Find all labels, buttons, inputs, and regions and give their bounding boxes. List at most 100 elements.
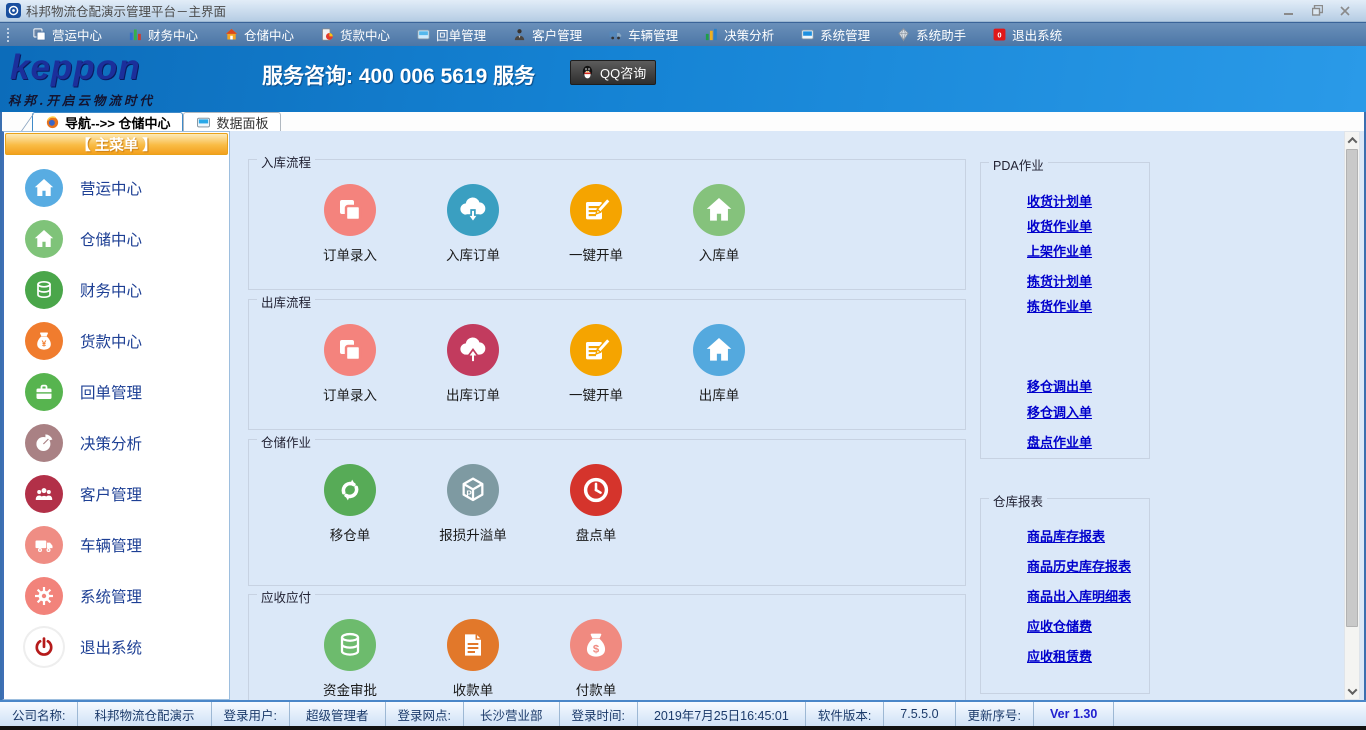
status-label-6: 更新序号: <box>956 702 1034 726</box>
menubar-item-2[interactable]: 财务中心 <box>115 23 211 47</box>
house-icon <box>25 220 63 258</box>
workspace: 入库流程订单录入入库订单一键开单入库单出库流程订单录入出库订单一键开单出库单仓储… <box>232 131 1364 700</box>
svg-text:$: $ <box>593 643 600 655</box>
report-link-5[interactable]: 应收租赁费 <box>1027 646 1092 665</box>
close-icon[interactable] <box>1338 5 1352 17</box>
doc-lines-icon <box>447 619 499 671</box>
toolbar-grip[interactable] <box>6 27 11 43</box>
sidebar-item-9[interactable]: 系统管理 <box>4 570 229 621</box>
menubar-item-3[interactable]: 仓储中心 <box>211 23 307 47</box>
scroll-down-icon[interactable] <box>1345 683 1359 699</box>
status-value-3: 长沙营业部 <box>464 702 560 726</box>
sidebar-item-1[interactable]: 营运中心 <box>4 162 229 213</box>
menubar-item-4[interactable]: 货款中心 <box>307 23 403 47</box>
gear-icon <box>25 577 63 615</box>
sidebar-item-7[interactable]: 客户管理 <box>4 468 229 519</box>
pda-link-6[interactable]: 移仓调出单 <box>1027 376 1092 395</box>
tab-1[interactable]: 导航-->> 仓储中心 <box>32 112 183 131</box>
sidebar-item-4[interactable]: ¥货款中心 <box>4 315 229 366</box>
report-link-2[interactable]: 商品历史库存报表 <box>1027 556 1131 575</box>
sidebar-item-5[interactable]: 回单管理 <box>4 366 229 417</box>
menubar-item-8[interactable]: 决策分析 <box>691 23 787 47</box>
flow-item-2-2[interactable]: 出库订单 <box>438 324 508 404</box>
pda-link-4[interactable]: 拣货计划单 <box>1027 271 1092 290</box>
menubar-item-6[interactable]: 客户管理 <box>499 23 595 47</box>
sidebar-item-6[interactable]: 决策分析 <box>4 417 229 468</box>
flow-item-4-1[interactable]: 资金审批 <box>315 619 385 699</box>
sidebar-item-2[interactable]: 仓储中心 <box>4 213 229 264</box>
pda-link-7[interactable]: 移仓调入单 <box>1027 402 1092 421</box>
box3d-icon: P <box>447 464 499 516</box>
section-4: 应收应付资金审批收款单$付款单 <box>248 594 966 700</box>
flow-item-1-2[interactable]: 入库订单 <box>438 184 508 264</box>
status-value-6: Ver 1.30 <box>1034 702 1114 726</box>
flow-item-1-3[interactable]: 一键开单 <box>561 184 631 264</box>
restore-icon[interactable] <box>1310 5 1324 17</box>
m-bars-icon <box>128 27 143 42</box>
scroll-up-icon[interactable] <box>1345 132 1359 148</box>
header-band: keppon 科邦.开启云物流时代 服务咨询: 400 006 5619 服务 … <box>0 46 1366 112</box>
sidebar-item-10[interactable]: 退出系统 <box>4 621 229 672</box>
flow-item-1-4[interactable]: 入库单 <box>684 184 754 264</box>
flow-item-label: 订单录入 <box>323 384 377 404</box>
menubar-item-label: 车辆管理 <box>628 25 678 44</box>
sidebar-item-label: 仓储中心 <box>80 228 142 250</box>
flow-item-label: 订单录入 <box>323 244 377 264</box>
menubar-item-5[interactable]: 回单管理 <box>403 23 499 47</box>
pda-link-5[interactable]: 拣货作业单 <box>1027 296 1092 315</box>
status-label-5: 软件版本: <box>806 702 884 726</box>
flow-item-label: 入库订单 <box>446 244 500 264</box>
menubar-item-label: 系统助手 <box>916 25 966 44</box>
flow-item-2-1[interactable]: 订单录入 <box>315 324 385 404</box>
sidebar-item-3[interactable]: 财务中心 <box>4 264 229 315</box>
vertical-scrollbar[interactable] <box>1344 131 1360 700</box>
svg-text:¥: ¥ <box>42 338 47 348</box>
flow-item-3-3[interactable]: 盘点单 <box>561 464 631 544</box>
pda-link-2[interactable]: 收货作业单 <box>1027 216 1092 235</box>
pda-panel-title: PDA作业 <box>989 155 1048 174</box>
section-title: 入库流程 <box>257 152 315 171</box>
menubar-item-1[interactable]: 营运中心 <box>19 23 115 47</box>
tab-2[interactable]: 数据面板 <box>183 112 281 131</box>
flow-item-label: 盘点单 <box>576 524 617 544</box>
coins-icon <box>25 271 63 309</box>
bag-yen-icon: ¥ <box>25 322 63 360</box>
menubar-item-9[interactable]: 系统管理 <box>787 23 883 47</box>
qq-consult-button[interactable]: QQ咨询 <box>570 60 656 85</box>
flow-item-label: 付款单 <box>576 679 617 699</box>
svg-text:0: 0 <box>998 31 1002 40</box>
flow-item-3-2[interactable]: P报损升溢单 <box>438 464 508 544</box>
flow-item-label: 移仓单 <box>330 524 371 544</box>
pie-icon <box>25 424 63 462</box>
flow-item-label: 资金审批 <box>323 679 377 699</box>
flow-item-2-3[interactable]: 一键开单 <box>561 324 631 404</box>
sidebar-item-8[interactable]: 车辆管理 <box>4 519 229 570</box>
reports-panel: 仓库报表商品库存报表商品历史库存报表商品出入库明细表应收仓储费应收租赁费 <box>980 498 1150 694</box>
cloud-up-icon <box>447 324 499 376</box>
report-link-4[interactable]: 应收仓储费 <box>1027 616 1092 635</box>
pda-link-1[interactable]: 收货计划单 <box>1027 191 1092 210</box>
flow-item-3-1[interactable]: 移仓单 <box>315 464 385 544</box>
report-link-3[interactable]: 商品出入库明细表 <box>1027 586 1131 605</box>
flow-item-2-4[interactable]: 出库单 <box>684 324 754 404</box>
flow-item-4-3[interactable]: $ 付款单 <box>561 619 631 699</box>
window-title: 科邦物流仓配演示管理平台－主界面 <box>26 1 226 20</box>
menubar-item-7[interactable]: 车辆管理 <box>595 23 691 47</box>
minimize-icon[interactable] <box>1282 5 1296 17</box>
menubar-item-10[interactable]: 系统助手 <box>883 23 979 47</box>
menubar-item-11[interactable]: 0退出系统 <box>979 23 1075 47</box>
flow-item-label: 一键开单 <box>569 244 623 264</box>
scrollbar-thumb[interactable] <box>1346 149 1358 627</box>
status-value-2: 超级管理者 <box>290 702 386 726</box>
sidebar-item-label: 财务中心 <box>80 279 142 301</box>
m-copy-icon <box>32 27 47 42</box>
keppon-logo: keppon <box>10 48 140 88</box>
doc-pencil-icon <box>570 184 622 236</box>
pda-link-3[interactable]: 上架作业单 <box>1027 241 1092 260</box>
flow-item-label: 一键开单 <box>569 384 623 404</box>
flow-item-4-2[interactable]: 收款单 <box>438 619 508 699</box>
m-person-icon <box>512 27 527 42</box>
pda-link-8[interactable]: 盘点作业单 <box>1027 432 1092 451</box>
flow-item-1-1[interactable]: 订单录入 <box>315 184 385 264</box>
report-link-1[interactable]: 商品库存报表 <box>1027 526 1105 545</box>
